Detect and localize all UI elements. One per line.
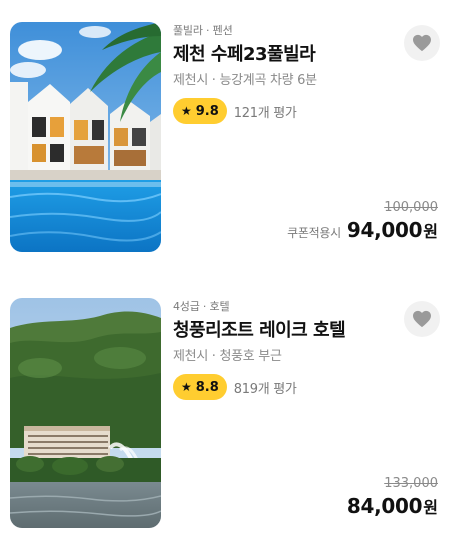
listing-card[interactable]: 풀빌라 · 펜션 제천 수페23풀빌라 제천시 · 능강계곡 차량 6분 ★ 9… (10, 22, 442, 252)
sale-price: 94,000 (346, 218, 423, 242)
rating-score: 9.8 (195, 103, 219, 119)
listing-photo-poolvilla[interactable] (10, 22, 161, 252)
wishlist-button[interactable] (404, 25, 440, 61)
listing-location: 제천시 · 청풍호 부근 (173, 349, 282, 364)
wishlist-button[interactable] (404, 301, 440, 337)
listing-info: 풀빌라 · 펜션 제천 수페23풀빌라 제천시 · 능강계곡 차량 6분 ★ 9… (173, 22, 442, 252)
listing-photo-lake-hotel[interactable] (10, 298, 161, 528)
rating-row: ★ 8.8 819개 평가 (173, 374, 297, 400)
star-icon: ★ (181, 104, 192, 118)
currency-label: 원 (423, 498, 438, 517)
listing-info: 4성급 · 호텔 청풍리조트 레이크 호텔 제천시 · 청풍호 부근 ★ 8.8… (173, 298, 442, 528)
rating-badge: ★ 8.8 (173, 374, 227, 400)
listing-location: 제천시 · 능강계곡 차량 6분 (173, 73, 317, 88)
rating-row: ★ 9.8 121개 평가 (173, 98, 297, 124)
rating-badge: ★ 9.8 (173, 98, 227, 124)
listing-card[interactable]: 4성급 · 호텔 청풍리조트 레이크 호텔 제천시 · 청풍호 부근 ★ 8.8… (10, 298, 442, 528)
review-count: 121개 평가 (233, 105, 297, 121)
sale-price: 84,000 (346, 494, 423, 518)
heart-icon (413, 310, 431, 328)
currency-label: 원 (423, 222, 438, 241)
review-count: 819개 평가 (233, 381, 297, 397)
price-row: 쿠폰적용시 94,000 원 (287, 218, 438, 242)
star-icon: ★ (181, 380, 192, 394)
listing-name[interactable]: 제천 수페23풀빌라 (173, 40, 316, 66)
original-price: 100,000 (384, 200, 438, 215)
original-price: 133,000 (384, 476, 438, 491)
listing-category: 풀빌라 · 펜션 (173, 24, 233, 37)
coupon-label: 쿠폰적용시 (287, 226, 341, 240)
rating-score: 8.8 (195, 379, 219, 395)
price-row: 84,000 원 (347, 494, 438, 518)
listing-category: 4성급 · 호텔 (173, 300, 230, 313)
heart-icon (413, 34, 431, 52)
listing-name[interactable]: 청풍리조트 레이크 호텔 (173, 316, 346, 342)
